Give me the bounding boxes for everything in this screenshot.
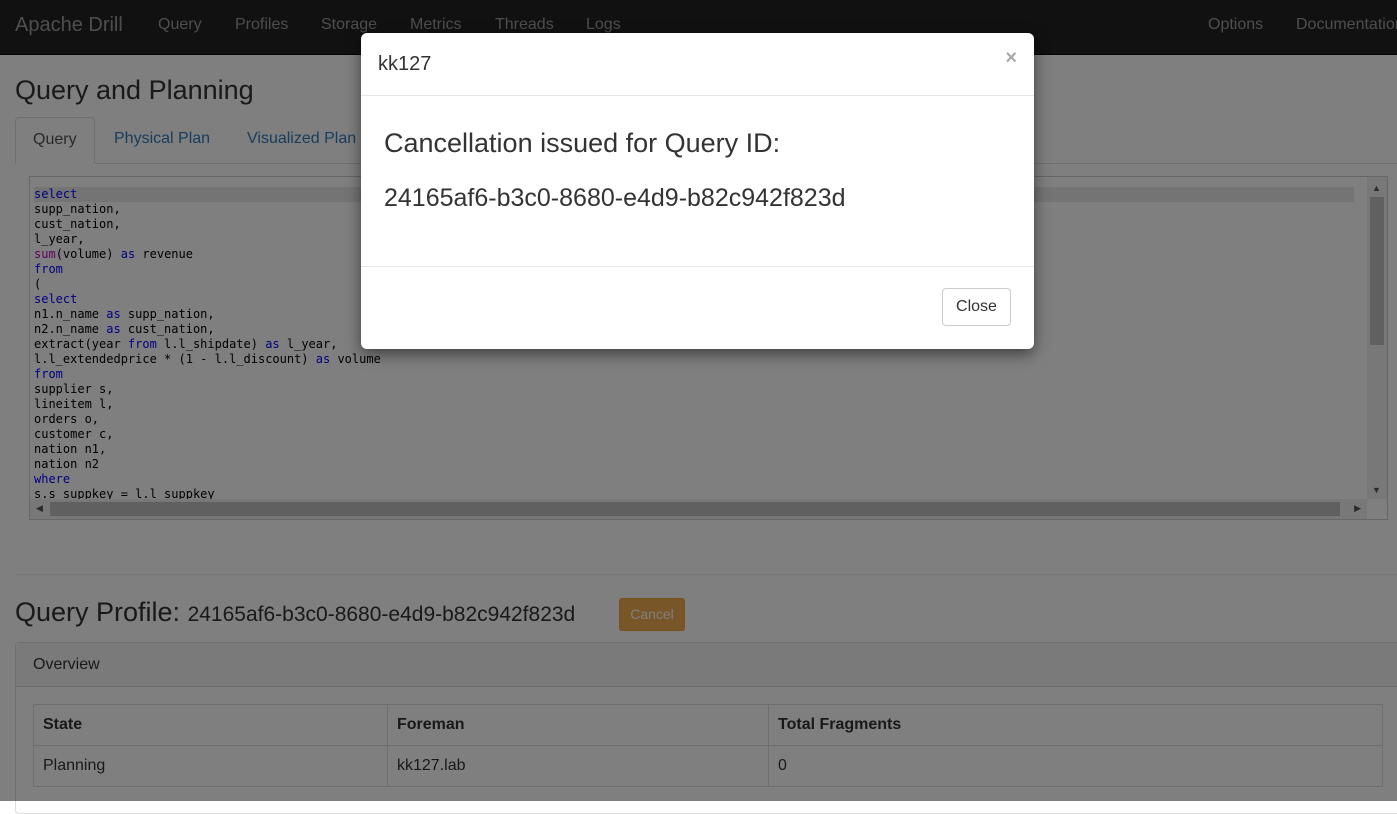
modal-message: Cancellation issued for Query ID: — [384, 128, 781, 158]
modal-header: kk127 × — [361, 33, 1034, 96]
cancellation-modal: kk127 × Cancellation issued for Query ID… — [361, 33, 1034, 349]
modal-title: kk127 — [378, 53, 432, 75]
close-button[interactable]: Close — [942, 288, 1011, 326]
close-icon[interactable]: × — [1005, 47, 1017, 70]
modal-body: Cancellation issued for Query ID: 24165a… — [361, 96, 1034, 267]
modal-query-id: 24165af6-b3c0-8680-e4d9-b82c942f823d — [384, 184, 846, 212]
modal-footer: Close — [361, 267, 1034, 349]
